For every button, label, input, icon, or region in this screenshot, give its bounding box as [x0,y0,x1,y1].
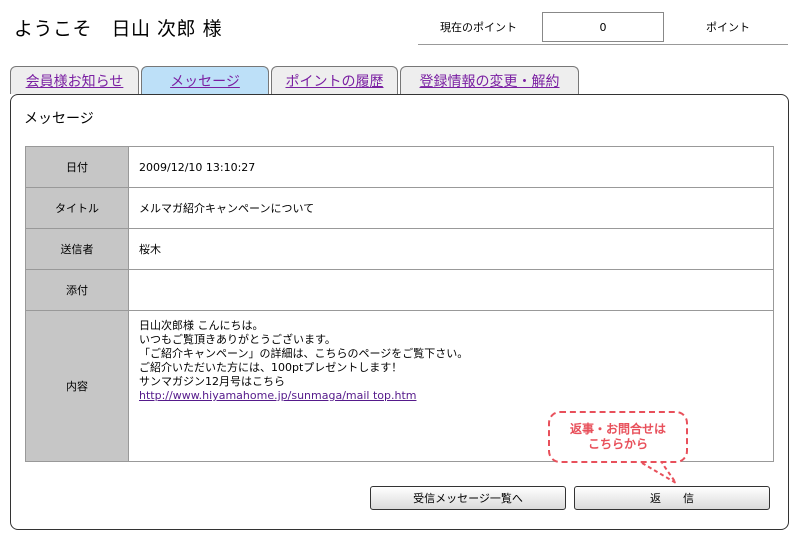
tab-member-notices[interactable]: 会員様お知らせ [10,66,139,94]
callout-tail-icon [641,462,677,484]
points-value-box: 0 [542,12,664,42]
attachment-label: 添付 [25,269,129,311]
body-label: 内容 [25,310,129,462]
tab-point-history[interactable]: ポイントの履歴 [271,66,398,94]
callout-line-2: こちらから [587,437,648,451]
welcome-greeting: ようこそ 日山 次郎 様 [14,18,223,40]
title-label: タイトル [25,187,129,229]
panel-title: メッセージ [24,111,94,127]
reply-button[interactable]: 返 信 [574,486,770,510]
points-unit: ポイント [706,21,750,34]
date-label: 日付 [25,146,129,188]
callout-line-1: 返事・お問合せは [569,422,666,436]
sunmaga-link[interactable]: http://www.hiyamahome.jp/sunmaga/mail to… [139,389,416,402]
table-row-sender: 送信者 桜木 [25,228,774,270]
body-line: サンマガジン12月号はこちら [139,375,285,388]
body-line: 「ご紹介キャンペーン」の詳細は、こちらのページをご覧下さい。 [139,347,469,360]
points-underline [418,44,788,45]
title-value: メルマガ紹介キャンペーンについて [128,187,774,229]
body-line: 日山次郎様 こんにちは。 [139,319,264,332]
reply-callout: 返事・お問合せは こちらから [548,411,688,463]
body-line: いつもご覧頂きありがとうございます。 [139,333,336,346]
sender-value: 桜木 [128,228,774,270]
attachment-value [128,269,774,311]
sender-label: 送信者 [25,228,129,270]
points-label: 現在のポイント [440,21,517,34]
table-row-date: 日付 2009/12/10 13:10:27 [25,146,774,188]
date-value: 2009/12/10 13:10:27 [128,146,774,188]
tab-messages[interactable]: メッセージ [141,66,269,94]
body-line: ご紹介いただいた方には、100ptプレゼントします！ [139,361,403,374]
points-value: 0 [599,20,607,34]
table-row-attachment: 添付 [25,269,774,311]
table-row-title: タイトル メルマガ紹介キャンペーンについて [25,187,774,229]
message-list-button[interactable]: 受信メッセージ一覧へ [370,486,566,510]
tab-account-settings[interactable]: 登録情報の変更・解約 [400,66,579,94]
